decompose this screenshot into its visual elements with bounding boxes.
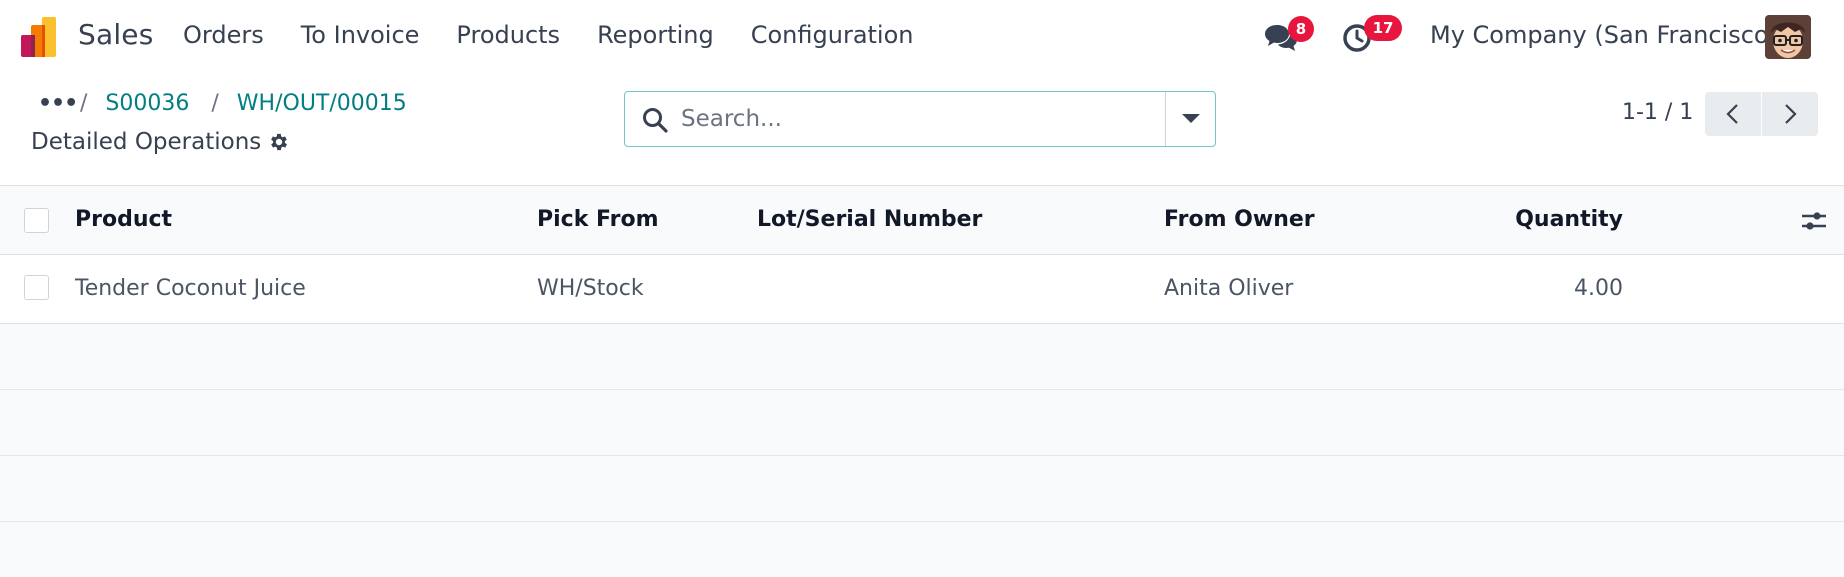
search-box <box>624 91 1216 147</box>
empty-row <box>0 324 1844 390</box>
menu-reporting[interactable]: Reporting <box>597 21 714 49</box>
chevron-left-icon <box>1726 104 1738 124</box>
cell-product: Tender Coconut Juice <box>75 276 306 301</box>
empty-row <box>0 456 1844 522</box>
empty-row <box>0 390 1844 456</box>
main-menu: Orders To Invoice Products Reporting Con… <box>183 21 951 49</box>
column-header-from-owner[interactable]: From Owner <box>1164 207 1315 232</box>
company-switcher[interactable]: My Company (San Francisco) <box>1430 21 1778 49</box>
activities-button[interactable]: 17 <box>1342 15 1402 55</box>
cell-from-owner: Anita Oliver <box>1164 276 1294 301</box>
breadcrumb-more-button[interactable]: ••• <box>38 91 78 116</box>
search-options-toggle[interactable] <box>1165 92 1216 146</box>
page-title: Detailed Operations <box>31 129 290 155</box>
column-header-lot-serial[interactable]: Lot/Serial Number <box>757 207 982 232</box>
menu-to-invoice[interactable]: To Invoice <box>301 21 420 49</box>
messages-badge: 8 <box>1288 16 1314 42</box>
column-header-product[interactable]: Product <box>75 207 172 232</box>
breadcrumb: ••• / S00036 / WH/OUT/00015 <box>38 91 407 116</box>
pager-next-button[interactable] <box>1762 92 1818 136</box>
breadcrumb-sale-order[interactable]: S00036 <box>105 91 189 116</box>
cell-pick-from: WH/Stock <box>537 276 644 301</box>
column-header-pick-from[interactable]: Pick From <box>537 207 659 232</box>
empty-row <box>0 522 1844 577</box>
menu-products[interactable]: Products <box>456 21 560 49</box>
search-input[interactable] <box>681 102 1181 136</box>
breadcrumb-separator: / <box>211 91 219 116</box>
cell-quantity: 4.00 <box>1574 276 1623 301</box>
app-logo-icon[interactable] <box>21 17 63 57</box>
select-all-checkbox[interactable] <box>24 208 49 233</box>
user-avatar-icon <box>1765 15 1811 59</box>
gear-icon[interactable] <box>268 131 290 153</box>
menu-orders[interactable]: Orders <box>183 21 264 49</box>
page-title-text: Detailed Operations <box>31 129 262 155</box>
breadcrumb-separator: / <box>80 91 88 116</box>
row-checkbox[interactable] <box>24 275 49 300</box>
table-header: Product Pick From Lot/Serial Number From… <box>0 185 1844 255</box>
messages-button[interactable]: 8 <box>1264 16 1314 55</box>
table-row[interactable]: Tender Coconut Juice WH/Stock Anita Oliv… <box>0 255 1844 324</box>
activities-badge: 17 <box>1364 15 1402 41</box>
sliders-icon[interactable] <box>1800 208 1828 234</box>
chevron-right-icon <box>1785 104 1797 124</box>
pager-value[interactable]: 1-1 / 1 <box>1622 100 1693 125</box>
avatar[interactable] <box>1765 15 1811 59</box>
pager-previous-button[interactable] <box>1705 92 1761 136</box>
breadcrumb-delivery-order[interactable]: WH/OUT/00015 <box>237 91 407 116</box>
menu-configuration[interactable]: Configuration <box>751 21 914 49</box>
top-navbar: Sales Orders To Invoice Products Reporti… <box>0 0 1844 74</box>
app-name[interactable]: Sales <box>78 18 154 51</box>
column-header-quantity[interactable]: Quantity <box>1500 207 1623 232</box>
search-icon <box>643 108 668 133</box>
caret-down-icon <box>1182 114 1200 123</box>
